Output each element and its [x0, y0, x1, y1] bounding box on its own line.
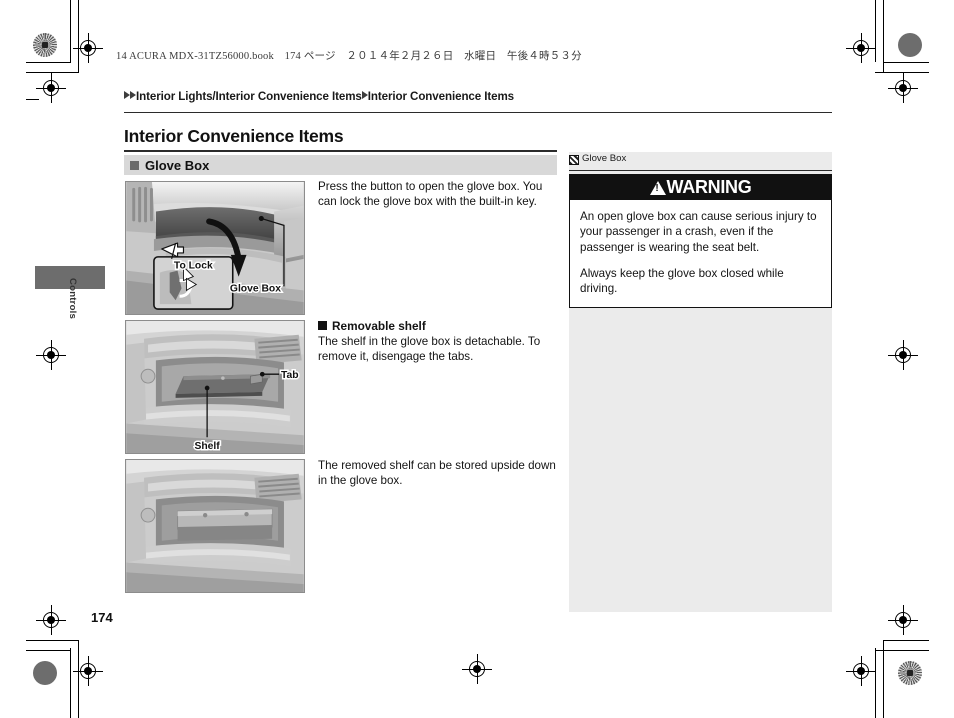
registration-mark [36, 340, 66, 370]
registration-mark [846, 33, 876, 63]
crop-line [26, 62, 71, 64]
title-divider [124, 150, 557, 152]
warning-box: WARNING An open glove box can cause seri… [569, 174, 832, 309]
registration-mark [36, 605, 66, 635]
crop-line [883, 640, 885, 718]
registration-mark [36, 73, 66, 103]
warning-paragraph-1: An open glove box can cause serious inju… [580, 210, 817, 254]
crop-line [883, 640, 929, 642]
page-title: Interior Convenience Items [124, 126, 344, 146]
warning-title-inner: WARNING [570, 175, 831, 200]
subheading-bullet-icon [318, 321, 327, 330]
print-slug-line: 14 ACURA MDX-31TZ56000.book 174 ページ ２０１４… [116, 51, 582, 62]
registration-star-top-left [33, 33, 57, 57]
registration-mark [888, 605, 918, 635]
body-paragraph-1: Press the button to open the glove box. … [318, 180, 543, 209]
figure-shelf-stored [125, 459, 305, 593]
svg-text:Glove Box: Glove Box [230, 283, 281, 294]
section-bullet-icon [130, 161, 139, 170]
warning-title-bar: WARNING [570, 175, 831, 200]
chapter-tab-label: Controls [67, 278, 78, 320]
registration-dot-top-right [898, 33, 922, 57]
crop-line [70, 648, 72, 718]
breadcrumb: Interior Lights/Interior Convenience Ite… [124, 90, 832, 103]
figure-glove-box-open: To Lock Glove Box [125, 181, 305, 315]
crossref-icon [569, 155, 579, 165]
registration-mark [888, 340, 918, 370]
sidebar-reference-label: Glove Box [582, 153, 627, 164]
subheading-label: Removable shelf [332, 319, 426, 333]
sidebar-divider [569, 169, 832, 171]
warning-body: An open glove box can cause serious inju… [570, 200, 831, 307]
section-header-glove-box: Glove Box [124, 155, 557, 175]
registration-mark [888, 73, 918, 103]
crop-line [26, 99, 39, 101]
warning-title-text: WARNING [666, 177, 752, 197]
warning-triangle-icon [649, 181, 666, 195]
body-paragraph-3: The removed shelf can be stored upside d… [318, 459, 556, 488]
registration-mark [846, 656, 876, 686]
registration-mark [73, 33, 103, 63]
sidebar-notes-panel: Glove Box WARNING An open glove box can … [569, 152, 832, 612]
svg-text:To Lock: To Lock [174, 261, 213, 272]
section-header-label: Glove Box [145, 157, 210, 173]
registration-dot-bottom-left [33, 661, 57, 685]
warning-paragraph-2: Always keep the glove box closed while d… [580, 266, 784, 296]
figure-removable-shelf: Tab Shelf [125, 320, 305, 454]
manual-page: 14 ACURA MDX-31TZ56000.book 174 ページ ２０１４… [0, 0, 954, 718]
breadcrumb-segment-2[interactable]: Interior Convenience Items [368, 90, 514, 103]
registration-star-bottom-right [898, 661, 922, 685]
registration-mark [73, 656, 103, 686]
crop-line [26, 650, 71, 652]
body-paragraph-2: The shelf in the glove box is detachable… [318, 335, 541, 364]
sidebar-reference-header: Glove Box [569, 152, 832, 169]
breadcrumb-divider [124, 112, 832, 114]
page-number: 174 [91, 610, 113, 625]
breadcrumb-segment-1[interactable]: Interior Lights/Interior Convenience Ite… [136, 90, 362, 103]
crop-line [875, 650, 929, 652]
svg-text:Shelf: Shelf [194, 441, 220, 452]
registration-mark [462, 654, 492, 684]
crop-line [883, 62, 929, 64]
crop-line [70, 0, 72, 62]
crop-line [26, 640, 79, 642]
svg-text:Tab: Tab [281, 370, 299, 381]
subheading-removable-shelf: Removable shelf [318, 319, 558, 334]
